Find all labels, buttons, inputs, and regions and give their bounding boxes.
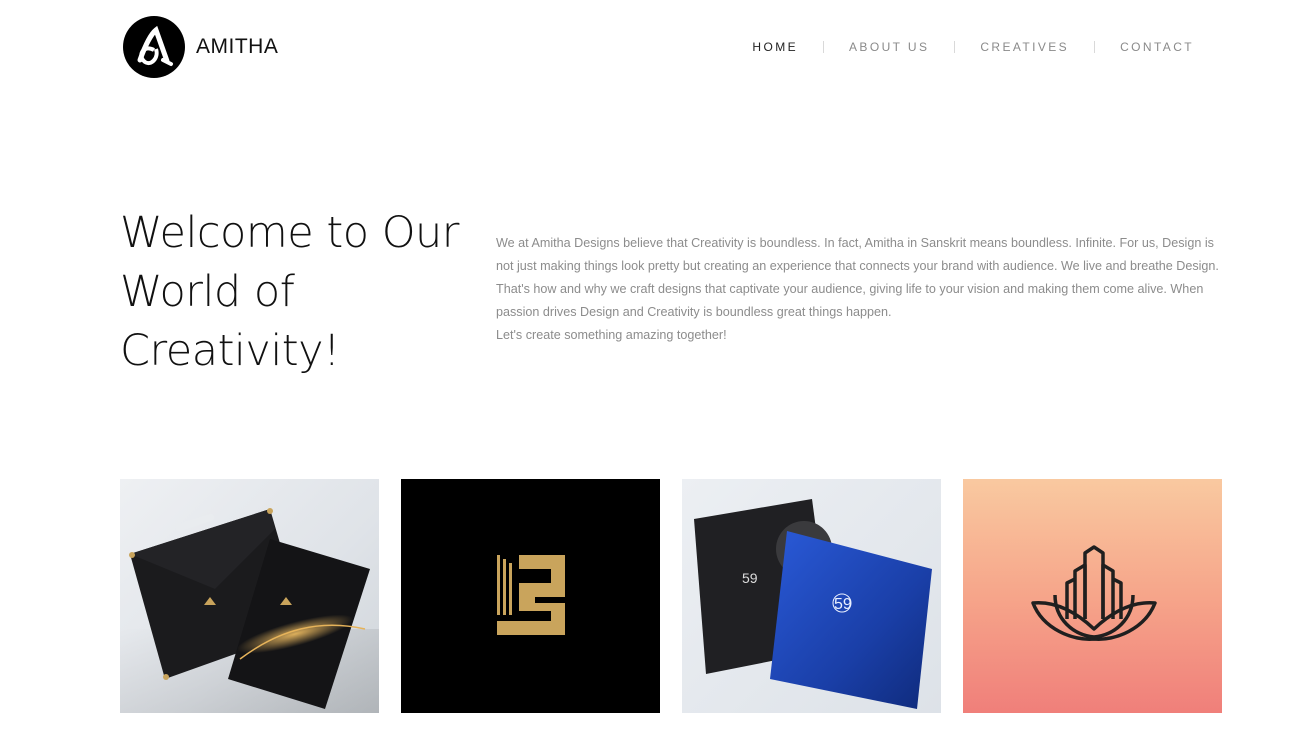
gallery-tile-lotus[interactable]: [963, 479, 1222, 713]
portfolio-gallery: 59 59: [120, 479, 1222, 713]
intro-text: We at Amitha Designs believe that Creati…: [496, 232, 1220, 347]
gold-monogram-logo-image: [497, 555, 565, 635]
gallery-tile-monogram[interactable]: [401, 479, 660, 713]
brand-logo-link[interactable]: AMITHA: [123, 16, 278, 78]
nav-divider: [954, 41, 956, 53]
nav-divider: [1094, 41, 1096, 53]
lotus-city-logo-image: [1031, 545, 1157, 641]
svg-text:59: 59: [742, 570, 758, 586]
main-nav: HOME ABOUT US CREATIVES CONTACT: [752, 40, 1194, 54]
nav-creatives[interactable]: CREATIVES: [980, 40, 1069, 54]
gallery-tile-stationery[interactable]: [120, 479, 379, 713]
nav-divider: [823, 41, 825, 53]
anniversary-book-mockup-image: 59 59: [694, 499, 932, 709]
amitha-logo-icon: [123, 16, 185, 78]
nav-home[interactable]: HOME: [752, 40, 798, 54]
intro-paragraph: We at Amitha Designs believe that Creati…: [496, 236, 1219, 319]
stationery-mockup-image: [120, 508, 379, 713]
site-header: AMITHA HOME ABOUT US CREATIVES CONTACT: [0, 0, 1306, 95]
gallery-tile-anniversary-book[interactable]: 59 59: [682, 479, 941, 713]
page-headline: Welcome to Our World of Creativity!: [120, 208, 459, 376]
intro-cta-line: Let's create something amazing together!: [496, 328, 727, 342]
nav-about-us[interactable]: ABOUT US: [849, 40, 929, 54]
nav-contact[interactable]: CONTACT: [1120, 40, 1194, 54]
brand-name: AMITHA: [196, 35, 279, 58]
